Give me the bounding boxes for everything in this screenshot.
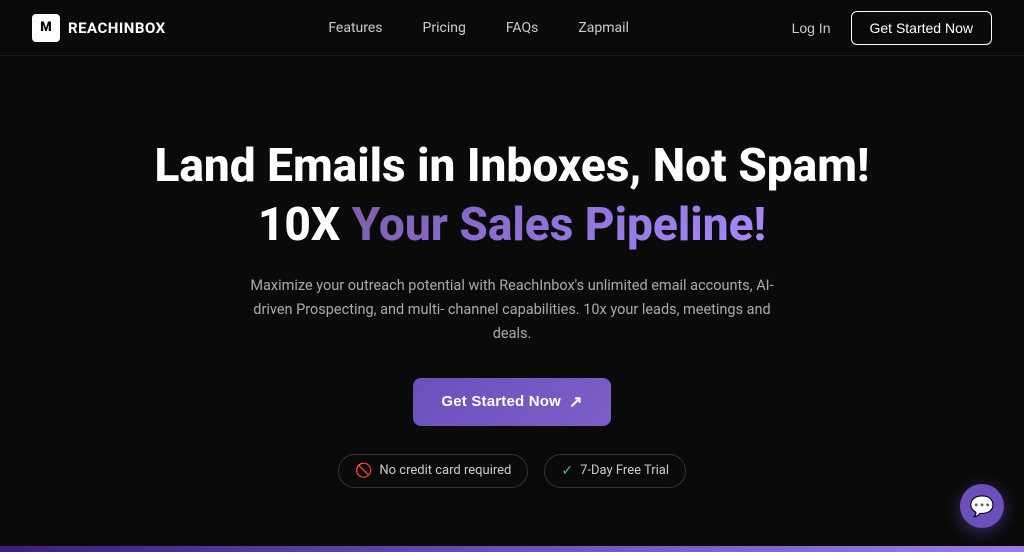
hero-headline-line2: 10X Your Sales Pipeline! (258, 199, 766, 252)
nav-link-faqs[interactable]: FAQs (506, 20, 539, 36)
check-icon: ✓ (561, 463, 573, 479)
badge-trial-label: 7-Day Free Trial (580, 463, 669, 478)
arrow-icon: ↗ (569, 392, 583, 412)
badge-no-card-label: No credit card required (379, 463, 511, 478)
nav-links: Features Pricing FAQs Zapmail (328, 20, 629, 36)
hero-section: Land Emails in Inboxes, Not Spam! 10X Yo… (0, 56, 1024, 552)
nav-link-pricing[interactable]: Pricing (423, 20, 466, 36)
nav-cta-button[interactable]: Get Started Now (851, 11, 993, 45)
hero-headline-gradient: Your Sales Pipeline! (352, 198, 766, 252)
logo-icon: M (32, 14, 60, 42)
login-button[interactable]: Log In (792, 20, 831, 36)
nav-link-features[interactable]: Features (328, 20, 382, 36)
chat-bubble[interactable]: 💬 (960, 484, 1004, 528)
badge-trial: ✓ 7-Day Free Trial (544, 454, 686, 488)
hero-cta-label: Get Started Now (441, 393, 561, 410)
credit-card-icon: 🚫 (355, 463, 372, 479)
navbar: M REACHINBOX Features Pricing FAQs Zapma… (0, 0, 1024, 56)
logo: M REACHINBOX (32, 14, 166, 42)
badge-no-card: 🚫 No credit card required (338, 454, 528, 488)
hero-description: Maximize your outreach potential with Re… (242, 274, 782, 346)
bottom-bar (0, 546, 1024, 552)
hero-headline-plain: 10X (258, 198, 352, 252)
nav-actions: Log In Get Started Now (792, 11, 992, 45)
nav-link-zapmail[interactable]: Zapmail (578, 20, 629, 36)
brand-name: REACHINBOX (68, 19, 166, 37)
hero-cta-button[interactable]: Get Started Now ↗ (413, 378, 610, 426)
trust-badges: 🚫 No credit card required ✓ 7-Day Free T… (338, 454, 686, 488)
hero-headline-line1: Land Emails in Inboxes, Not Spam! (155, 140, 870, 193)
chat-icon: 💬 (970, 494, 995, 518)
